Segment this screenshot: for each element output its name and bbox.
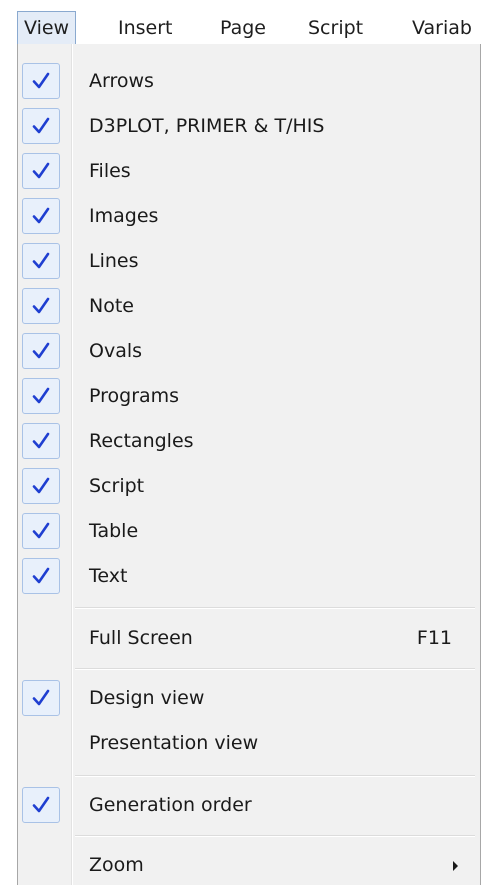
menu-page[interactable]: Page <box>220 12 266 44</box>
menu-item-label: Files <box>89 160 131 182</box>
menu-item-full-screen[interactable]: Full Screen F11 <box>18 615 480 661</box>
menu-item-presentation-view[interactable]: Presentation view <box>18 720 480 766</box>
menu-item-label: Zoom <box>89 854 144 876</box>
menu-separator <box>75 775 475 777</box>
checkmark-icon <box>22 378 60 414</box>
menu-separator <box>75 607 475 609</box>
checkmark-icon <box>22 423 60 459</box>
menu-view[interactable]: View <box>17 11 77 45</box>
menu-item-label: Programs <box>89 385 180 407</box>
menu-item-note[interactable]: Note <box>18 283 480 329</box>
menu-item-table[interactable]: Table <box>18 508 480 554</box>
menu-item-generation-order[interactable]: Generation order <box>18 782 480 828</box>
menu-item-rectangles[interactable]: Rectangles <box>18 418 480 464</box>
checkmark-icon <box>22 63 60 99</box>
menu-item-label: Table <box>89 520 139 542</box>
menu-item-label: Script <box>89 475 145 497</box>
menu-item-label: Note <box>89 295 134 317</box>
menu-item-programs[interactable]: Programs <box>18 373 480 419</box>
checkmark-icon <box>22 680 60 716</box>
submenu-arrow-icon <box>453 861 458 871</box>
menu-separator <box>75 668 475 670</box>
menu-item-label: Lines <box>89 250 139 272</box>
menu-separator <box>75 835 475 837</box>
menu-item-lines[interactable]: Lines <box>18 238 480 284</box>
checkmark-icon <box>22 787 60 823</box>
checkmark-icon <box>22 153 60 189</box>
menu-item-label: Text <box>89 565 128 587</box>
menu-item-script[interactable]: Script <box>18 463 480 509</box>
menu-item-images[interactable]: Images <box>18 193 480 239</box>
menu-item-zoom[interactable]: Zoom <box>18 842 480 888</box>
menu-item-label: Images <box>89 205 159 227</box>
menu-script[interactable]: Script <box>308 12 363 44</box>
menu-insert[interactable]: Insert <box>118 12 173 44</box>
menu-item-label: D3PLOT, PRIMER & T/HIS <box>89 115 325 137</box>
menu-bar: View Insert Page Script Variab <box>0 0 493 45</box>
menu-item-arrows[interactable]: Arrows <box>18 58 480 104</box>
checkmark-icon <box>22 468 60 504</box>
menu-item-label: Generation order <box>89 794 252 816</box>
menu-item-label: Rectangles <box>89 430 194 452</box>
shortcut-label: F11 <box>416 627 452 649</box>
menu-item-label: Ovals <box>89 340 143 362</box>
menu-item-design-view[interactable]: Design view <box>18 675 480 721</box>
menu-item-text[interactable]: Text <box>18 553 480 599</box>
menu-item-label: Presentation view <box>89 732 259 754</box>
checkmark-icon <box>22 333 60 369</box>
menu-variables[interactable]: Variab <box>412 12 472 44</box>
checkmark-icon <box>22 243 60 279</box>
checkmark-icon <box>22 288 60 324</box>
checkmark-icon <box>22 108 60 144</box>
menu-item-label: Design view <box>89 687 205 709</box>
menu-item-d3plot-primer-this[interactable]: D3PLOT, PRIMER & T/HIS <box>18 103 480 149</box>
menu-item-files[interactable]: Files <box>18 148 480 194</box>
checkmark-icon <box>22 198 60 234</box>
menu-item-ovals[interactable]: Ovals <box>18 328 480 374</box>
menu-item-label: Full Screen <box>89 627 193 649</box>
view-menu-dropdown: Arrows D3PLOT, PRIMER & T/HIS Files Imag… <box>17 44 481 885</box>
checkmark-icon <box>22 558 60 594</box>
checkmark-icon <box>22 513 60 549</box>
menu-item-label: Arrows <box>89 70 154 92</box>
